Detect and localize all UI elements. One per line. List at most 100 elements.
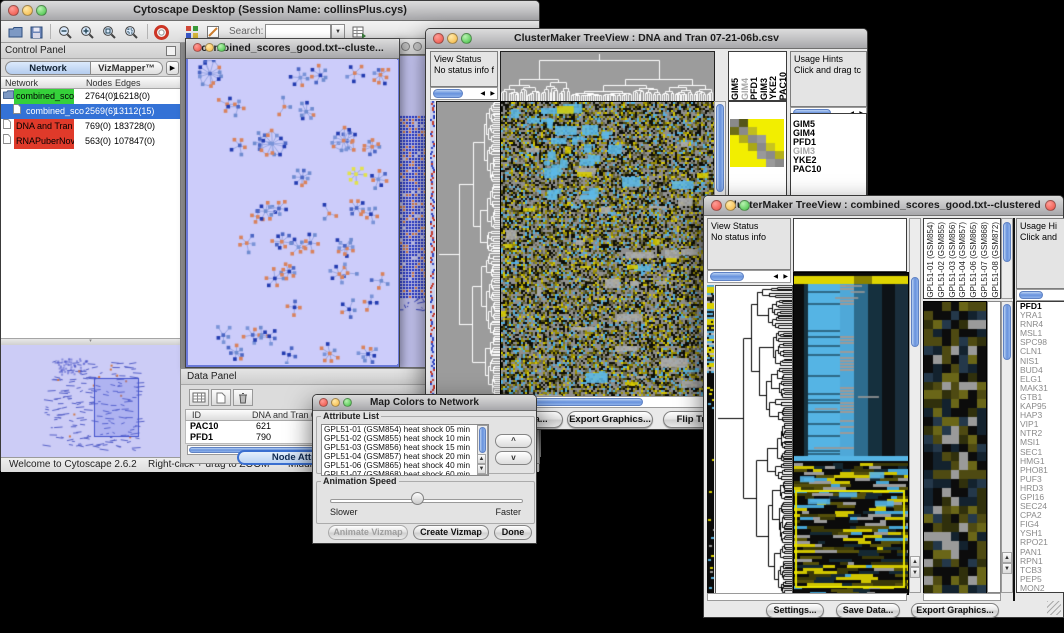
animate-vizmap-button[interactable]: Animate Vizmap: [328, 525, 408, 540]
treeview2-titlebar[interactable]: ClusterMaker TreeView : combined_scores_…: [704, 196, 1063, 216]
zoom-button[interactable]: [36, 5, 47, 16]
close-button[interactable]: [401, 42, 410, 51]
network-graph-canvas[interactable]: [189, 60, 398, 364]
network-table-row[interactable]: DNA and Tran 07769(0)183728(0): [1, 119, 180, 134]
zoom-in-icon[interactable]: [79, 24, 95, 40]
new-attribute-icon[interactable]: [211, 389, 231, 406]
heatmap-canvas[interactable]: [500, 101, 715, 397]
scrollbar-thumb[interactable]: [533, 398, 643, 406]
scroll-up-icon[interactable]: ▲: [1002, 552, 1012, 563]
move-down-button[interactable]: v: [495, 451, 532, 465]
zoom-out-icon[interactable]: [57, 24, 73, 40]
close-button[interactable]: [711, 200, 722, 211]
column-header[interactable]: Nodes: [86, 77, 112, 89]
gene-label[interactable]: MON2: [1017, 584, 1064, 593]
float-panel-icon[interactable]: [166, 46, 176, 56]
speed-slider-thumb[interactable]: [411, 492, 424, 505]
minimize-button[interactable]: [725, 200, 736, 211]
save-data-button[interactable]: Save Data...: [836, 603, 900, 618]
horizontal-scrollbar[interactable]: ◀ ▶: [430, 87, 498, 100]
column-header[interactable]: Network: [5, 77, 38, 89]
column-header[interactable]: ID: [192, 410, 201, 421]
row-dendrogram-canvas[interactable]: [436, 101, 501, 397]
zoom-button[interactable]: [739, 200, 750, 211]
create-vizmap-button[interactable]: Create Vizmap: [413, 525, 489, 540]
save-session-icon[interactable]: [28, 24, 44, 40]
attribute-item[interactable]: GPL51-01 (GSM854) heat shock 05 min: [322, 425, 488, 434]
attribute-list[interactable]: GPL51-01 (GSM854) heat shock 05 minGPL51…: [321, 424, 489, 476]
scroll-right-icon[interactable]: ▶: [490, 90, 495, 97]
background-window-close-light[interactable]: [1045, 200, 1056, 211]
tab-overflow-button[interactable]: ▶: [166, 61, 179, 75]
scrollbar-thumb[interactable]: [1003, 304, 1011, 360]
tab-vizmapper[interactable]: VizMapper™: [91, 61, 163, 75]
scroll-up-icon[interactable]: ▲: [477, 454, 486, 464]
scrollbar-thumb[interactable]: [479, 427, 486, 453]
global-overview-strip[interactable]: [430, 101, 435, 395]
vertical-scrollbar[interactable]: ▲ ▼: [1001, 301, 1013, 593]
scrollbar-thumb[interactable]: [716, 104, 724, 192]
horizontal-scrollbar[interactable]: [923, 593, 1001, 601]
minimize-button[interactable]: [205, 43, 214, 52]
main-titlebar[interactable]: Cytoscape Desktop (Session Name: collins…: [1, 1, 539, 21]
network-canvas-area[interactable]: [186, 59, 399, 367]
scroll-up-icon[interactable]: ▲: [910, 556, 920, 567]
horizontal-scrollbar[interactable]: ◀ ▶: [707, 270, 791, 283]
horizontal-scrollbar[interactable]: [1016, 289, 1064, 301]
scroll-left-icon[interactable]: ◀: [480, 90, 485, 97]
tab-network[interactable]: Network: [5, 61, 91, 75]
minimize-button[interactable]: [413, 42, 422, 51]
attribute-item[interactable]: GPL51-04 (GSM857) heat shock 20 min: [322, 452, 488, 461]
horizontal-scrollbar[interactable]: [707, 593, 907, 601]
move-up-button[interactable]: ^: [495, 434, 532, 448]
help-lifesaver-icon[interactable]: [153, 24, 169, 40]
minimize-button[interactable]: [22, 5, 33, 16]
attribute-item[interactable]: GPL51-06 (GSM865) heat shock 40 min: [322, 461, 488, 470]
minimize-button[interactable]: [331, 398, 340, 407]
attribute-item[interactable]: GPL51-03 (GSM856) heat shock 15 min: [322, 443, 488, 452]
vertical-scrollbar[interactable]: [1001, 218, 1013, 299]
minimize-button[interactable]: [447, 33, 458, 44]
settings-button[interactable]: Settings...: [766, 603, 824, 618]
zoom-button[interactable]: [217, 43, 226, 52]
open-file-icon[interactable]: [7, 24, 23, 40]
network-table-row[interactable]: RNAPuberNov2+563(0)107847(0): [1, 134, 180, 149]
scrollbar-thumb[interactable]: [433, 89, 463, 98]
attribute-item[interactable]: GPL51-02 (GSM855) heat shock 10 min: [322, 434, 488, 443]
vertical-scrollbar[interactable]: ▲ ▼: [477, 425, 488, 475]
scrollbar-thumb[interactable]: [1003, 222, 1011, 262]
close-button[interactable]: [193, 43, 202, 52]
speed-slider-track[interactable]: [330, 499, 523, 503]
export-graphics-button[interactable]: Export Graphics...: [567, 411, 653, 428]
scroll-down-icon[interactable]: ▼: [910, 567, 920, 578]
zoom-selected-icon[interactable]: [123, 24, 139, 40]
scrollbar-thumb[interactable]: [911, 277, 919, 347]
network-table-row[interactable]: combined_sco2569(6)13112(15): [1, 104, 180, 119]
heatmap-canvas[interactable]: [793, 272, 909, 595]
close-button[interactable]: [8, 5, 19, 16]
zoom-button[interactable]: [343, 398, 352, 407]
close-button[interactable]: [433, 33, 444, 44]
column-dendrogram-canvas[interactable]: [500, 51, 715, 102]
zoom-heatmap-canvas[interactable]: [923, 301, 987, 595]
export-graphics-button[interactable]: Export Graphics...: [911, 603, 999, 618]
zoom-fit-icon[interactable]: [101, 24, 117, 40]
scroll-down-icon[interactable]: ▼: [477, 464, 486, 474]
treeview1-titlebar[interactable]: ClusterMaker TreeView : DNA and Tran 07-…: [426, 29, 867, 49]
done-button[interactable]: Done: [494, 525, 532, 540]
select-attributes-icon[interactable]: [189, 389, 209, 406]
delete-attribute-icon[interactable]: [233, 389, 253, 406]
vertical-scrollbar[interactable]: ▲ ▼: [909, 218, 921, 593]
cluster-matrix-canvas[interactable]: [730, 119, 784, 167]
resize-grip[interactable]: [1047, 601, 1061, 615]
global-overview-strip[interactable]: [707, 285, 714, 593]
scrollbar-thumb[interactable]: [1019, 291, 1043, 299]
scroll-right-icon[interactable]: ▶: [783, 273, 788, 280]
scrollbar-thumb[interactable]: [710, 272, 744, 281]
close-button[interactable]: [319, 398, 328, 407]
zoom-button[interactable]: [461, 33, 472, 44]
network-table-row[interactable]: combined_scores_2764(0)16218(0): [1, 89, 180, 104]
scroll-down-icon[interactable]: ▼: [1002, 563, 1012, 574]
network-overview-panel[interactable]: [1, 345, 180, 457]
birdseye-view-canvas[interactable]: [2, 346, 180, 456]
